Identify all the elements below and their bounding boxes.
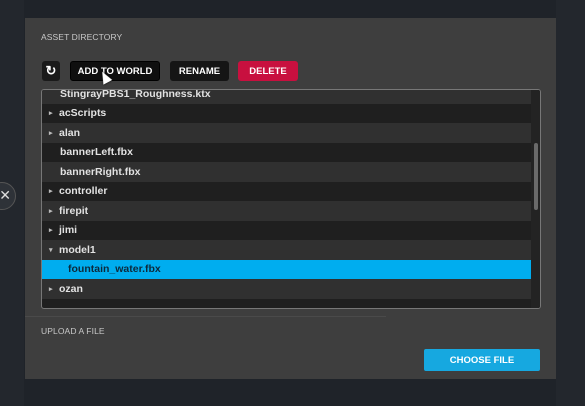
- list-item-label: StingrayPBS1_Roughness.ktx: [60, 89, 211, 100]
- delete-button[interactable]: DELETE: [238, 61, 298, 81]
- list-item-label: bannerLeft.fbx: [60, 146, 133, 159]
- caret-right-icon[interactable]: ▸: [49, 109, 57, 117]
- caret-right-icon[interactable]: ▸: [49, 129, 57, 137]
- list-item[interactable]: bannerLeft.fbx: [42, 143, 531, 163]
- list-item-selected[interactable]: fountain_water.fbx: [42, 259, 531, 279]
- caret-right-icon[interactable]: ▸: [49, 226, 57, 234]
- asset-list[interactable]: StingrayPBS1_Roughness.ktx ▸ acScripts ▸…: [41, 89, 541, 309]
- upload-title: UPLOAD A FILE: [41, 326, 105, 336]
- list-item-label: alan: [59, 126, 81, 139]
- list-item[interactable]: ▸ alan: [42, 123, 531, 143]
- list-item[interactable]: ▸ controller: [42, 182, 531, 202]
- caret-down-icon[interactable]: ▾: [49, 246, 57, 254]
- caret-right-icon[interactable]: ▸: [49, 207, 57, 215]
- list-item-label: model1: [59, 243, 96, 256]
- list-item[interactable]: bannerRight.fbx: [42, 162, 531, 182]
- add-to-world-button[interactable]: ADD TO WORLD: [70, 61, 160, 81]
- list-item-label: bannerRight.fbx: [60, 165, 141, 178]
- scrollbar-track[interactable]: [531, 90, 540, 308]
- choose-file-button[interactable]: CHOOSE FILE: [424, 349, 540, 371]
- list-item-label: controller: [59, 185, 108, 198]
- list-item[interactable]: ▸ ozan: [42, 279, 531, 299]
- refresh-button[interactable]: ↻: [42, 61, 60, 81]
- caret-right-icon[interactable]: ▸: [49, 187, 57, 195]
- list-item-label: fountain_water.fbx: [68, 263, 161, 276]
- list-item[interactable]: ▸ firepit: [42, 201, 531, 221]
- divider: [25, 316, 386, 317]
- list-item[interactable]: StingrayPBS1_Roughness.ktx: [42, 89, 531, 104]
- scrollbar-thumb[interactable]: [534, 143, 538, 210]
- backdrop-right: [556, 0, 585, 406]
- list-item[interactable]: ▸ acScripts: [42, 104, 531, 124]
- list-item[interactable]: ▾ model1: [42, 240, 531, 260]
- rename-button[interactable]: RENAME: [170, 61, 229, 81]
- list-item-label: firepit: [59, 204, 89, 217]
- list-item[interactable]: ▸ jimi: [42, 221, 531, 241]
- list-item-label: jimi: [59, 224, 78, 237]
- refresh-icon: ↻: [45, 63, 57, 78]
- list-item-label: acScripts: [59, 107, 107, 120]
- caret-right-icon[interactable]: ▸: [49, 285, 57, 293]
- asset-directory-title: ASSET DIRECTORY: [41, 32, 123, 42]
- list-item-label: ozan: [59, 282, 83, 295]
